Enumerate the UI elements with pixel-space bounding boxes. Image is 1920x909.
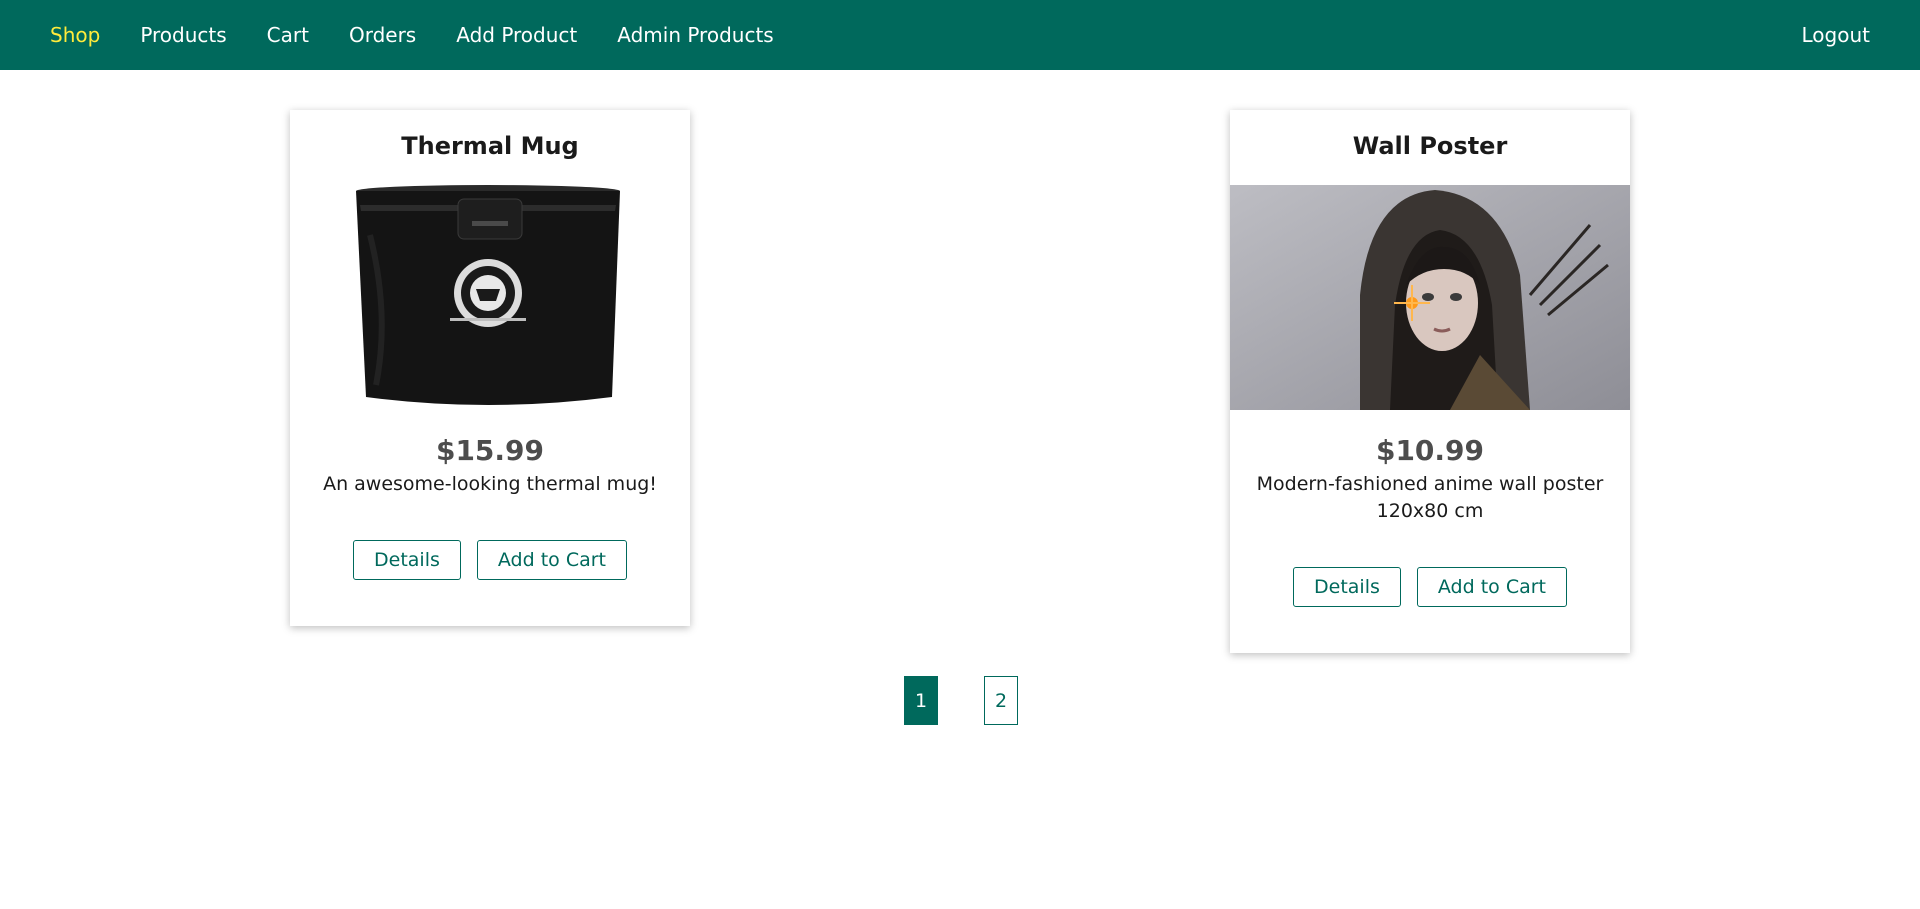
nav-orders-link[interactable]: Orders bbox=[349, 23, 416, 47]
nav-right: Logout bbox=[1802, 23, 1870, 47]
logout-button[interactable]: Logout bbox=[1802, 23, 1870, 47]
nav-products-link[interactable]: Products bbox=[140, 23, 226, 47]
card-actions: Details Add to Cart bbox=[1230, 567, 1630, 653]
product-image-mug bbox=[290, 185, 690, 410]
add-to-cart-button[interactable]: Add to Cart bbox=[476, 540, 627, 580]
page-link-1[interactable]: 1 bbox=[904, 676, 938, 725]
nav-cart-link[interactable]: Cart bbox=[267, 23, 309, 47]
nav-list: Shop Products Cart Orders Add Product Ad… bbox=[50, 23, 814, 47]
product-card-wall-poster: Wall Poster $10.99 Modern-fashioned anim… bbox=[1230, 110, 1630, 653]
page-link-2[interactable]: 2 bbox=[984, 676, 1018, 725]
thermal-mug-image bbox=[290, 185, 690, 410]
product-title: Thermal Mug bbox=[401, 132, 579, 160]
nav-add-product-link[interactable]: Add Product bbox=[456, 23, 577, 47]
product-title: Wall Poster bbox=[1352, 132, 1508, 160]
main-nav: Shop Products Cart Orders Add Product Ad… bbox=[50, 23, 1870, 47]
product-description: An awesome-looking thermal mug! bbox=[323, 473, 657, 495]
product-price: $10.99 bbox=[1375, 434, 1485, 467]
product-image-poster bbox=[1230, 185, 1630, 410]
nav-shop-link[interactable]: Shop bbox=[50, 23, 100, 47]
product-description: Modern-fashioned anime wall poster 120x8… bbox=[1256, 473, 1604, 522]
details-button[interactable]: Details bbox=[1293, 567, 1401, 607]
nav-admin-products-link[interactable]: Admin Products bbox=[617, 23, 773, 47]
card-actions: Details Add to Cart bbox=[290, 540, 690, 626]
main-header: Shop Products Cart Orders Add Product Ad… bbox=[0, 0, 1920, 70]
product-card-thermal-mug: Thermal Mug $15.99 An awesome-looking th… bbox=[290, 110, 690, 626]
pagination: 1 2 bbox=[904, 676, 1018, 725]
add-to-cart-button[interactable]: Add to Cart bbox=[1416, 567, 1567, 607]
details-button[interactable]: Details bbox=[353, 540, 461, 580]
product-price: $15.99 bbox=[435, 434, 545, 467]
anime-poster-image bbox=[1230, 185, 1630, 410]
